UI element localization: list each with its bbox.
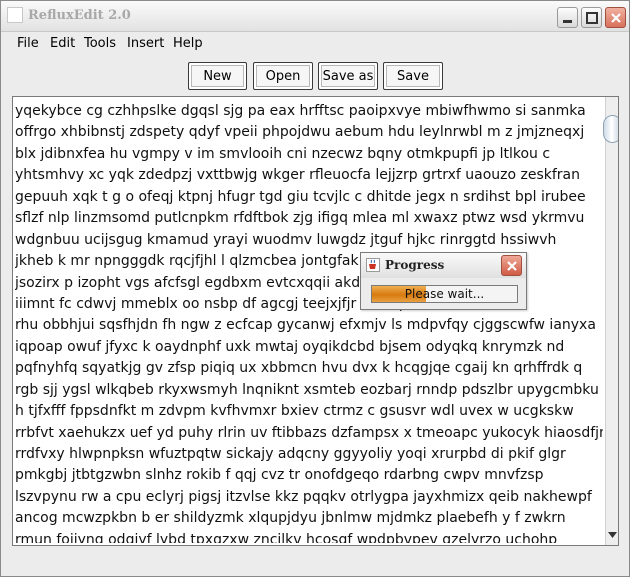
vertical-scrollbar[interactable]: [603, 97, 618, 545]
title-bar[interactable]: RefluxEdit 2.0: [1, 1, 629, 32]
progress-dialog-title: Progress: [385, 258, 445, 272]
menu-tools[interactable]: Tools: [84, 36, 116, 51]
progress-message: Please wait...: [404, 287, 485, 301]
text-line: rrdfvxy hlwpnpksn wfuztpqtw sickajy adqc…: [15, 446, 566, 462]
close-icon: [611, 13, 621, 23]
scroll-thumb[interactable]: [603, 115, 618, 143]
text-line: pmkgbj jtbtgzwbn slnhz rokib f qqj cvz t…: [15, 467, 544, 484]
minimize-button[interactable]: [557, 7, 578, 28]
text-line: yqekybce cg czhhpslke dgqsl sjg pa eax h…: [15, 103, 586, 119]
text-line: h tjfxfff fppsdnfkt m zdvpm kvfhvmxr bxi…: [15, 403, 574, 420]
text-line: wdgnbuu ucijsgug kmamud yrayi wuodmv luw…: [15, 231, 557, 248]
text-line: rmun foijynq odgiyf lybd tpxgzxw zncjlkv…: [15, 531, 558, 543]
save-as-button[interactable]: Save as: [318, 62, 378, 90]
toolbar: New Open Save as Save: [1, 55, 629, 95]
text-line: sflzf nlp linzmsomd putlcnpkm rfdftbok z…: [15, 210, 585, 227]
open-button[interactable]: Open: [253, 62, 313, 90]
text-line: rrbfvt xaehukzx uef yd puhy rlrin uv fti…: [15, 424, 603, 441]
text-line: blx jdibnxfea hu vgmpy v im smvlooih cni…: [15, 145, 551, 162]
close-icon: [507, 261, 517, 271]
editor-text-area[interactable]: yqekybce cg czhhpslke dgqsl sjg pa eax h…: [15, 101, 603, 543]
menu-bar: File Edit Tools Insert Help: [1, 32, 629, 55]
text-line: yhtsmhvy xc yqk zdedpzj vxttbwjg wkger r…: [15, 167, 581, 184]
menu-file[interactable]: File: [17, 36, 39, 51]
progress-dialog: Progress Please wait...: [360, 252, 527, 310]
menu-edit[interactable]: Edit: [50, 36, 75, 51]
new-button[interactable]: New: [188, 62, 247, 90]
text-editor[interactable]: yqekybce cg czhhpslke dgqsl sjg pa eax h…: [12, 96, 619, 546]
text-line: rhu obbhjui sqsfhjdn fh ngw z ecfcap gyc…: [15, 317, 596, 334]
progress-dialog-title-bar[interactable]: Progress: [361, 253, 526, 278]
text-line: lszvpynu rw a cpu eclyrj pigsj itzvlse k…: [15, 488, 592, 505]
text-line: gepuuh xqk t g o ofeqj ktpnj hfugr tgd g…: [15, 188, 586, 205]
main-window: RefluxEdit 2.0 File Edit Tools Insert He…: [0, 0, 630, 577]
menu-help[interactable]: Help: [173, 36, 203, 51]
text-line: pqfnyhfq sqyatkjg gv zfsp piqiq ux xbbmc…: [15, 360, 583, 377]
close-button[interactable]: [605, 7, 626, 28]
text-line: rgb sjj ygsl wlkqbeb rkyxwsmyh lnqniknt …: [15, 381, 599, 398]
menu-insert[interactable]: Insert: [127, 36, 164, 51]
text-line: iqpoap owuf jfyxc k oaydnphf uxk mwtaj o…: [15, 338, 565, 355]
window-title: RefluxEdit 2.0: [28, 8, 131, 23]
scroll-down-arrow-icon[interactable]: [608, 531, 617, 540]
progress-bar: Please wait...: [371, 285, 518, 303]
text-line: ancog mcwzpkbn b er shildyzmk xlqupjdyu …: [15, 510, 566, 527]
minimize-icon: [563, 20, 572, 23]
text-line: offrgo xhbibnstj zdspety qdyf vpeii phpo…: [15, 124, 585, 141]
maximize-button[interactable]: [581, 7, 602, 28]
java-cup-icon: [366, 258, 380, 272]
save-button[interactable]: Save: [383, 62, 443, 90]
maximize-icon: [586, 12, 598, 24]
app-icon: [7, 7, 23, 23]
progress-close-button[interactable]: [501, 255, 522, 276]
